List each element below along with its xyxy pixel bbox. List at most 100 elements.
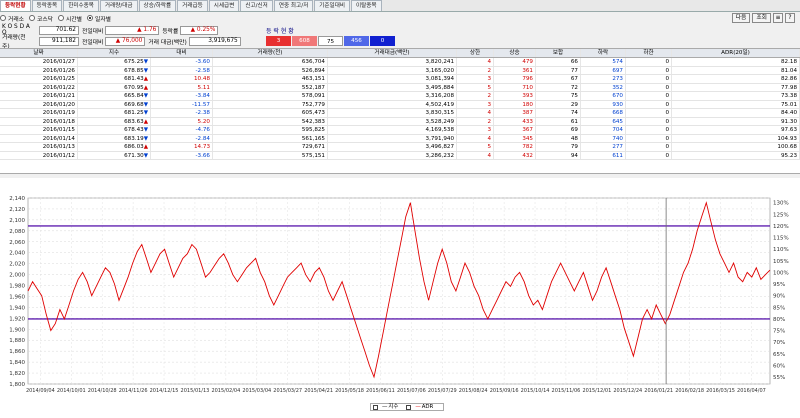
- down-arrow-icon: ▼: [143, 59, 148, 65]
- table-cell: -4.76: [151, 126, 213, 134]
- table-cell: 710: [494, 83, 536, 91]
- column-header[interactable]: 상승: [494, 49, 536, 57]
- table-row[interactable]: 2016/01/20 669.68▼ -11.57 752,779 4,502,419 3…: [0, 100, 800, 109]
- left-tick-label: 2,060: [9, 240, 25, 246]
- table-cell: 75: [536, 92, 581, 100]
- tab-0[interactable]: 등락현황: [0, 0, 31, 11]
- tab-3[interactable]: 거래량/대금: [99, 0, 138, 11]
- table-row[interactable]: 2016/01/21 665.84▼ -3.84 578,091 3,316,208 2 3…: [0, 92, 800, 101]
- table-cell: 3,286,232: [328, 151, 457, 159]
- legend-item-1[interactable]: — ADR: [406, 404, 437, 410]
- column-header[interactable]: 거래량(천): [213, 49, 328, 57]
- table-cell: 29: [536, 100, 581, 108]
- table-cell: 0: [626, 109, 672, 117]
- table-cell: 3,830,315: [328, 109, 457, 117]
- right-tick-label: 55%: [773, 375, 785, 381]
- help-icon[interactable]: ?: [785, 13, 795, 23]
- right-tick-label: 110%: [773, 247, 789, 253]
- table-cell: 4: [457, 58, 494, 66]
- tab-4[interactable]: 상승/하락률: [138, 0, 177, 11]
- table-cell: 0: [626, 143, 672, 151]
- radio-option-3[interactable]: 일자별: [87, 13, 111, 23]
- table-row[interactable]: 2016/01/22 670.95▲ 5.11 552,187 3,495,884 5 71…: [0, 83, 800, 92]
- left-tick-label: 2,040: [9, 251, 25, 257]
- tab-8[interactable]: 연중 최고/저: [273, 0, 314, 11]
- column-header[interactable]: 거래대금(백만): [328, 49, 457, 57]
- legend-item-0[interactable]: — 지수: [373, 404, 402, 410]
- x-tick-label: 2014/10/28: [88, 388, 117, 394]
- left-tick-label: 1,960: [9, 294, 25, 300]
- table-cell: 704: [581, 126, 626, 134]
- index-info-row: K O S D A Q 701.62 전일대비 ▲ 1.76 등락률 ▲ 0.2…: [2, 24, 219, 36]
- table-cell: 3: [457, 126, 494, 134]
- tab-5[interactable]: 거래급등: [177, 0, 208, 11]
- left-tick-label: 1,840: [9, 360, 25, 366]
- table-cell: 0: [626, 83, 672, 91]
- table-cell: 697: [581, 66, 626, 74]
- table-cell: 0: [626, 117, 672, 125]
- tab-9[interactable]: 기준일대비: [314, 0, 350, 11]
- tab-6[interactable]: 시세급변: [208, 0, 240, 11]
- table-row[interactable]: 2016/01/15 678.43▼ -4.76 595,825 4,169,538 3 3…: [0, 126, 800, 135]
- column-header[interactable]: 날짜: [0, 49, 78, 57]
- radio-option-0[interactable]: 거래소: [0, 13, 24, 23]
- table-cell: 3,791,940: [328, 134, 457, 142]
- down-arrow-icon: ▼: [143, 135, 148, 142]
- table-cell: 61: [536, 117, 581, 125]
- table-cell: 273: [581, 75, 626, 83]
- table-cell: 73.38: [672, 92, 800, 100]
- next-button[interactable]: 다음: [731, 13, 751, 23]
- settings-icon[interactable]: ≡: [773, 13, 783, 23]
- tab-10[interactable]: 이탈종목: [350, 0, 382, 11]
- table-cell: 611: [581, 151, 626, 159]
- x-tick-label: 2015/07/06: [397, 388, 426, 394]
- x-tick-label: 2015/12/01: [582, 388, 611, 394]
- table-cell: 578,091: [213, 92, 328, 100]
- table-cell: 3,316,208: [328, 92, 457, 100]
- table-row[interactable]: 2016/01/14 683.19▼ -2.84 561,165 3,791,940 4 3…: [0, 134, 800, 143]
- query-button[interactable]: 조회: [752, 13, 771, 23]
- table-row[interactable]: 2016/01/13 686.03▲ 14.73 729,671 3,496,827 5 7…: [0, 143, 800, 152]
- table-cell: 367: [494, 126, 536, 134]
- column-header[interactable]: 상한: [457, 49, 494, 57]
- index-cell: 681.43▲: [78, 75, 151, 83]
- table-row[interactable]: 2016/01/27 675.25▼ -3.60 636,704 3,820,241 4 4…: [0, 58, 800, 67]
- table-cell: 2: [457, 66, 494, 74]
- column-header[interactable]: 보합: [536, 49, 581, 57]
- tab-7[interactable]: 신고/신저: [240, 0, 273, 11]
- table-row[interactable]: 2016/01/12 671.30▼ -3.66 575,151 3,286,232 4 4…: [0, 151, 800, 160]
- table-cell: 561,165: [213, 134, 328, 142]
- index-value-text: 669.68: [124, 101, 144, 108]
- x-tick-label: 2015/04/21: [304, 388, 333, 394]
- table-row[interactable]: 2016/01/25 681.43▲ 10.48 463,151 3,081,394 3 7…: [0, 75, 800, 84]
- column-header[interactable]: 대비: [151, 49, 213, 57]
- left-tick-label: 1,880: [9, 338, 25, 344]
- status-title: 등 락 현 황: [266, 28, 294, 35]
- down-arrow-icon: ▼: [143, 67, 148, 74]
- table-row[interactable]: 2016/01/18 683.63▲ 5.20 542,383 3,528,249 2 43…: [0, 117, 800, 126]
- radio-option-1[interactable]: 코스닥: [29, 13, 53, 23]
- tab-2[interactable]: 한미수종목: [63, 0, 99, 11]
- table-row[interactable]: 2016/01/19 681.25▼ -2.38 605,473 3,830,315 4 3…: [0, 109, 800, 118]
- table-cell: 2016/01/27: [0, 58, 78, 66]
- table-row[interactable]: 2016/01/26 678.85▼ -2.58 526,894 3,165,020 2 3…: [0, 66, 800, 75]
- right-tick-label: 80%: [773, 317, 785, 323]
- down-arrow-icon: ▼: [143, 152, 148, 159]
- index-cell: 669.68▼: [78, 100, 151, 108]
- table-cell: 542,383: [213, 117, 328, 125]
- column-header[interactable]: 하락: [581, 49, 626, 57]
- tab-1[interactable]: 등락종목: [31, 0, 63, 11]
- x-tick-label: 2016/02/18: [675, 388, 704, 394]
- table-cell: 48: [536, 134, 581, 142]
- x-tick-label: 2015/02/04: [211, 388, 240, 394]
- up-arrow-icon: ▲: [143, 144, 148, 150]
- table-cell: 5.11: [151, 83, 213, 91]
- column-header[interactable]: 지수: [78, 49, 151, 57]
- index-cell: 681.25▼: [78, 109, 151, 117]
- column-header[interactable]: ADR(20일): [672, 49, 800, 57]
- table-cell: 0: [626, 75, 672, 83]
- radio-option-2[interactable]: 시간별: [58, 13, 82, 23]
- x-tick-label: 2015/08/24: [459, 388, 488, 394]
- table-cell: 10.48: [151, 75, 213, 83]
- column-header[interactable]: 하한: [626, 49, 672, 57]
